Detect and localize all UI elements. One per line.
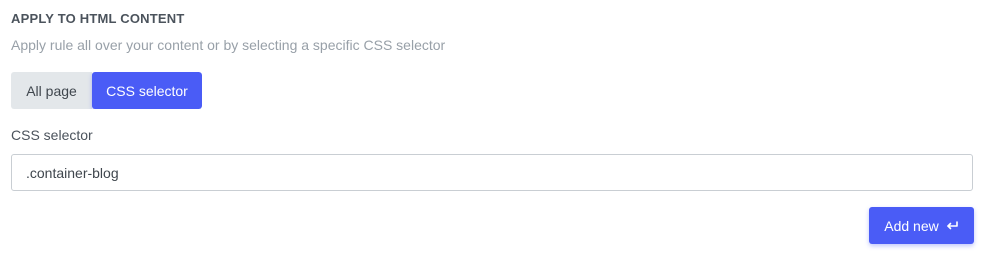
- add-new-button[interactable]: Add new: [869, 207, 974, 244]
- section-title: APPLY TO HTML CONTENT: [11, 11, 185, 26]
- scope-toggle: All page CSS selector: [11, 72, 202, 109]
- section-description: Apply rule all over your content or by s…: [11, 37, 446, 53]
- css-selector-option[interactable]: CSS selector: [92, 72, 202, 109]
- css-selector-label: CSS selector: [11, 127, 93, 143]
- css-selector-input[interactable]: [11, 154, 973, 191]
- add-new-label: Add new: [884, 217, 939, 234]
- return-arrow-icon: [945, 219, 959, 233]
- all-page-option[interactable]: All page: [11, 72, 92, 109]
